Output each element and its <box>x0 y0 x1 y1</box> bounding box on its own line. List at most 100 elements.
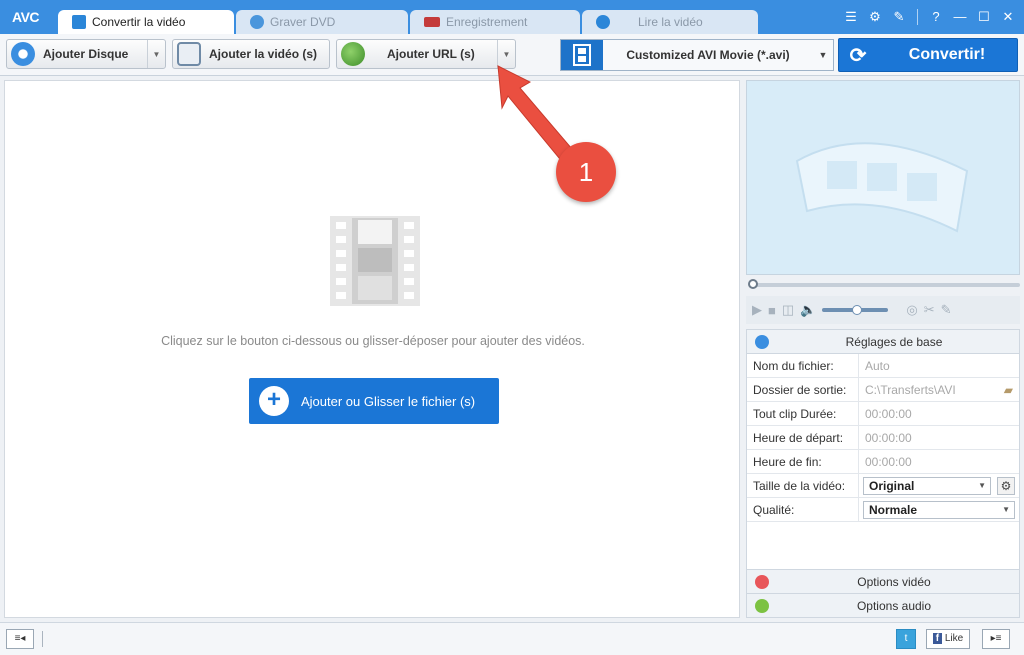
setting-label: Taille de la vidéo: <box>747 474 859 497</box>
film-placeholder-icon <box>330 216 420 309</box>
basic-settings-panel: Réglages de base Nom du fichier: Auto Do… <box>746 329 1020 618</box>
facebook-like-button[interactable]: f Like <box>926 629 970 649</box>
add-url-button[interactable]: Ajouter URL (s) ▼ <box>336 39 516 69</box>
setting-label: Tout clip Durée: <box>747 402 859 425</box>
crop-icon[interactable]: ✎ <box>941 302 952 318</box>
audio-options-row[interactable]: Options audio <box>747 593 1019 617</box>
start-time-field[interactable]: 00:00:00 <box>859 426 1019 449</box>
tab-recording[interactable]: Enregistrement <box>410 10 580 34</box>
chevron-down-icon: ▼ <box>978 481 986 490</box>
setting-row-quality: Qualité: Normale ▼ <box>747 498 1019 522</box>
video-options-icon <box>755 574 769 589</box>
setting-row-start-time: Heure de départ: 00:00:00 <box>747 426 1019 450</box>
filename-field[interactable]: Auto <box>859 354 1019 377</box>
chevron-down-icon: ▼ <box>1002 505 1010 514</box>
stop-icon[interactable]: ■ <box>768 303 776 318</box>
tab-burn-dvd[interactable]: Graver DVD <box>236 10 408 34</box>
quality-cell: Normale ▼ <box>859 498 1019 521</box>
twitter-icon[interactable]: t <box>896 629 916 649</box>
output-folder-field[interactable]: C:\Transferts\AVI ▰ <box>859 378 1019 401</box>
quality-select[interactable]: Normale ▼ <box>863 501 1015 519</box>
video-preview <box>746 80 1020 275</box>
play-icon <box>596 15 610 29</box>
title-bar: AVC Convertir la vidéo Graver DVD Enregi… <box>0 0 1024 34</box>
audio-options-label: Options audio <box>856 598 932 613</box>
convert-label: Convertir! <box>908 46 986 63</box>
setting-label: Dossier de sortie: <box>747 378 859 401</box>
add-file-button[interactable]: + Ajouter ou Glisser le fichier (s) <box>249 378 499 424</box>
film-reel-icon <box>795 142 969 233</box>
setting-row-video-size: Taille de la vidéo: Original ▼ ⚙ <box>747 474 1019 498</box>
trim-icon[interactable]: ✂ <box>924 302 935 318</box>
setting-label: Heure de fin: <box>747 450 859 473</box>
add-disc-button[interactable]: Ajouter Disque ▼ <box>6 39 166 69</box>
annotation-number: 1 <box>556 142 616 202</box>
add-file-label: Ajouter ou Glisser le fichier (s) <box>301 393 476 409</box>
gear-icon[interactable]: ⚙ <box>865 8 885 26</box>
duration-field[interactable]: 00:00:00 <box>859 402 1019 425</box>
convert-button[interactable]: ⟳ Convertir! <box>838 38 1018 72</box>
tab-convert-video[interactable]: Convertir la vidéo <box>58 10 234 34</box>
output-folder-value: C:\Transferts\AVI <box>865 383 956 397</box>
add-disc-label: Ajouter Disque <box>43 47 129 61</box>
gear-icon[interactable]: ⚙ <box>997 477 1015 495</box>
settings-icon <box>755 334 769 349</box>
disc-icon <box>250 15 264 29</box>
app-logo: AVC <box>12 9 40 25</box>
close-button[interactable]: ✕ <box>998 8 1018 26</box>
chevron-down-icon[interactable]: ▼ <box>813 50 833 60</box>
maximize-button[interactable]: ☐ <box>974 8 994 26</box>
audio-options-icon <box>755 598 769 613</box>
seek-slider[interactable] <box>746 278 1020 292</box>
globe-plus-icon <box>341 42 365 66</box>
help-button[interactable]: ? <box>926 8 946 26</box>
quality-value: Normale <box>869 503 918 517</box>
play-icon[interactable]: ▶ <box>752 302 762 318</box>
file-drop-area[interactable]: Cliquez sur le bouton ci-dessous ou glis… <box>4 80 740 618</box>
record-icon <box>424 17 440 27</box>
volume-knob[interactable] <box>852 305 863 315</box>
player-controls: ▶ ■ ◫ 🔈 ◎ ✂ ✎ <box>746 296 1020 324</box>
settings-title: Réglages de base <box>845 334 943 349</box>
output-format-label: Customized AVI Movie (*.avi) <box>626 48 790 62</box>
tab-label: Lire la vidéo <box>638 15 703 29</box>
video-options-row[interactable]: Options vidéo <box>747 569 1019 593</box>
expand-right-icon[interactable]: ▸≡ <box>982 629 1010 649</box>
video-size-cell: Original ▼ ⚙ <box>859 474 1019 497</box>
facebook-icon: f <box>932 633 943 644</box>
effects-icon[interactable]: ◎ <box>906 302 917 318</box>
add-video-label: Ajouter la vidéo (s) <box>209 47 318 61</box>
volume-slider[interactable] <box>822 305 889 315</box>
status-bar: ≡◂ t f Like ▸≡ <box>0 622 1024 655</box>
setting-label: Nom du fichier: <box>747 354 859 377</box>
setting-row-filename: Nom du fichier: Auto <box>747 354 1019 378</box>
setting-row-duration: Tout clip Durée: 00:00:00 <box>747 402 1019 426</box>
chevron-down-icon[interactable]: ▼ <box>147 40 165 68</box>
seek-track <box>752 283 1020 287</box>
video-size-select[interactable]: Original ▼ <box>863 477 991 495</box>
wrench-icon[interactable]: ✎ <box>889 8 909 26</box>
window-controls: ☰ ⚙ ✎ ? — ☐ ✕ <box>841 8 1018 26</box>
plus-icon: + <box>259 386 289 416</box>
setting-label: Qualité: <box>747 498 859 521</box>
tab-label: Convertir la vidéo <box>92 15 186 29</box>
end-time-field[interactable]: 00:00:00 <box>859 450 1019 473</box>
add-video-button[interactable]: Ajouter la vidéo (s) <box>172 39 330 69</box>
setting-label: Heure de départ: <box>747 426 859 449</box>
list-icon[interactable]: ☰ <box>841 8 861 26</box>
volume-icon[interactable]: 🔈 <box>800 302 816 318</box>
folder-icon[interactable]: ▰ <box>1004 378 1013 402</box>
separator <box>42 631 43 647</box>
video-options-label: Options vidéo <box>857 574 931 589</box>
tab-label: Graver DVD <box>270 15 336 29</box>
tab-play-video[interactable]: Lire la vidéo <box>582 10 758 34</box>
tab-label: Enregistrement <box>446 15 528 29</box>
settings-header[interactable]: Réglages de base <box>747 330 1019 354</box>
snapshot-icon[interactable]: ◫ <box>782 302 794 318</box>
seek-knob[interactable] <box>748 279 758 289</box>
minimize-button[interactable]: — <box>950 8 970 26</box>
video-size-value: Original <box>869 479 915 493</box>
collapse-left-icon[interactable]: ≡◂ <box>6 629 34 649</box>
disc-plus-icon <box>11 42 35 66</box>
convert-icon <box>72 15 86 29</box>
